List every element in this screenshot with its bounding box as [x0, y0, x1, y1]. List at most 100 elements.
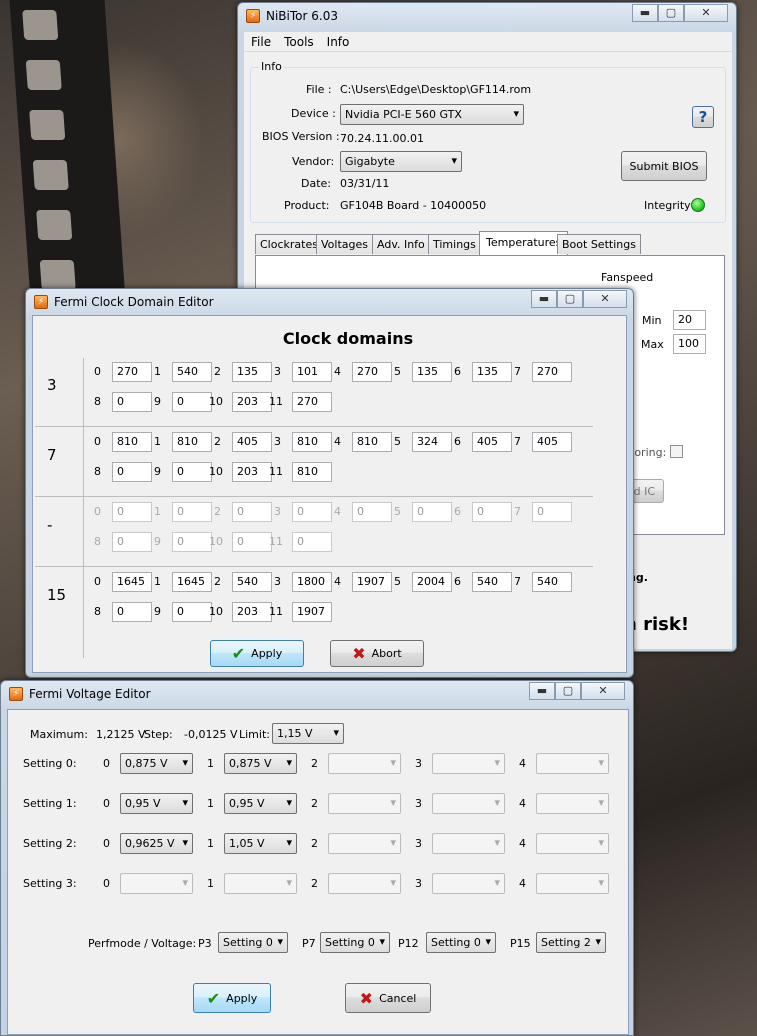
voltage-maximize-button[interactable]: ▢ [555, 682, 581, 700]
voltage-cancel-button[interactable]: ✖ Cancel [345, 983, 431, 1013]
limit-select[interactable]: 1,15 V [272, 723, 344, 744]
clock-value-input[interactable]: 405 [472, 432, 512, 452]
clock-value-input[interactable]: 810 [292, 432, 332, 452]
clock-index-label: 3 [274, 575, 281, 588]
clock-value-input[interactable]: 1907 [352, 572, 392, 592]
clock-value-input[interactable]: 270 [292, 392, 332, 412]
clock-index-label: 8 [94, 535, 101, 548]
clock-index-label: 5 [394, 365, 401, 378]
clock-close-button[interactable]: ✕ [583, 290, 627, 308]
device-select[interactable]: Nvidia PCI-E 560 GTX [340, 104, 524, 125]
clock-value-input[interactable]: 203 [232, 462, 272, 482]
clock-value-input[interactable]: 0 [112, 392, 152, 412]
clock-value-input[interactable]: 2004 [412, 572, 452, 592]
clock-value-input[interactable]: 1800 [292, 572, 332, 592]
clock-value-input[interactable]: 810 [172, 432, 212, 452]
submit-bios-button[interactable]: Submit BIOS [621, 151, 707, 181]
voltage-index-label: 1 [207, 837, 214, 850]
voltage-select [536, 833, 609, 854]
clock-value-input[interactable]: 0 [172, 602, 212, 622]
voltage-close-button[interactable]: ✕ [581, 682, 625, 700]
clock-value-input[interactable]: 0 [112, 462, 152, 482]
voltage-setting-label: Setting 1: [23, 797, 77, 810]
voltage-select[interactable]: 0,95 V [120, 793, 193, 814]
clock-value-input[interactable]: 1645 [172, 572, 212, 592]
clock-value-input[interactable]: 540 [532, 572, 572, 592]
clock-value-input[interactable]: 1645 [112, 572, 152, 592]
perfmode-state-label: P3 [198, 937, 212, 950]
voltage-select[interactable]: 0,9625 V [120, 833, 193, 854]
voltage-minimize-button[interactable]: ▬ [529, 682, 555, 700]
minimize-button[interactable]: ▬ [632, 4, 658, 22]
clock-value-input[interactable]: 203 [232, 602, 272, 622]
clock-value-input[interactable]: 270 [112, 362, 152, 382]
clock-value-input[interactable]: 203 [232, 392, 272, 412]
clock-value-input[interactable]: 135 [412, 362, 452, 382]
close-button[interactable]: ✕ [684, 4, 728, 22]
clock-value-input: 0 [472, 502, 512, 522]
menu-info[interactable]: Info [327, 35, 350, 49]
clock-index-label: 3 [274, 365, 281, 378]
clock-value-input[interactable]: 540 [172, 362, 212, 382]
voltage-select[interactable]: 0,95 V [224, 793, 297, 814]
voltage-select[interactable]: 0,875 V [120, 753, 193, 774]
fan-max-input[interactable]: 100 [673, 334, 706, 354]
clock-value-input[interactable]: 540 [472, 572, 512, 592]
file-label: File : [306, 83, 332, 96]
clock-value-input[interactable]: 1907 [292, 602, 332, 622]
clock-value-input[interactable]: 0 [172, 392, 212, 412]
clock-value-input[interactable]: 405 [532, 432, 572, 452]
clock-index-label: 1 [154, 365, 161, 378]
clock-value-input[interactable]: 810 [112, 432, 152, 452]
fan-min-input[interactable]: 20 [673, 310, 706, 330]
clock-minimize-button[interactable]: ▬ [531, 290, 557, 308]
monitoring-checkbox[interactable] [670, 445, 683, 458]
clock-value-input[interactable]: 135 [472, 362, 512, 382]
clock-value-input[interactable]: 324 [412, 432, 452, 452]
clock-value-input: 0 [112, 532, 152, 552]
maximize-button[interactable]: ▢ [658, 4, 684, 22]
tab-clockrates[interactable]: Clockrates [255, 234, 323, 254]
tab-adv-info[interactable]: Adv. Info [372, 234, 430, 254]
clock-value-input[interactable]: 0 [112, 602, 152, 622]
tab-timings[interactable]: Timings [428, 234, 481, 254]
voltage-apply-button[interactable]: ✔ Apply [193, 983, 271, 1013]
clock-domains-heading: Clock domains [282, 329, 414, 348]
clock-value-input[interactable]: 540 [232, 572, 272, 592]
voltage-select [432, 833, 505, 854]
perfmode-voltage-select[interactable]: Setting 2 [536, 932, 606, 953]
clock-value-input[interactable]: 270 [352, 362, 392, 382]
clock-index-label: 11 [269, 465, 283, 478]
tab-temperatures[interactable]: Temperatures [479, 231, 569, 255]
clock-value-input[interactable]: 0 [172, 462, 212, 482]
clock-maximize-button[interactable]: ▢ [557, 290, 583, 308]
perfmode-voltage-select[interactable]: Setting 0 [320, 932, 390, 953]
clock-apply-button[interactable]: ✔ Apply [210, 640, 304, 667]
clock-value-input[interactable]: 405 [232, 432, 272, 452]
clock-row-label: - [47, 516, 53, 534]
clock-value-input[interactable]: 101 [292, 362, 332, 382]
menu-tools[interactable]: Tools [284, 35, 314, 49]
voltage-select[interactable]: 1,05 V [224, 833, 297, 854]
voltage-index-label: 3 [415, 837, 422, 850]
clock-value-input: 0 [532, 502, 572, 522]
clock-value-input[interactable]: 810 [352, 432, 392, 452]
clock-index-label: 10 [209, 465, 223, 478]
bios-version-value: 70.24.11.00.01 [340, 132, 424, 145]
voltage-select[interactable]: 0,875 V [224, 753, 297, 774]
tab-boot-settings[interactable]: Boot Settings [557, 234, 641, 254]
clock-value-input[interactable]: 270 [532, 362, 572, 382]
clock-editor-titlebar: ⚡ Fermi Clock Domain Editor ▬ ▢ ✕ [26, 289, 633, 315]
background-film-strip [9, 0, 126, 300]
vendor-select[interactable]: Gigabyte [340, 151, 462, 172]
clock-value-input[interactable]: 810 [292, 462, 332, 482]
menu-file[interactable]: File [251, 35, 271, 49]
clock-abort-button[interactable]: ✖ Abort [330, 640, 424, 667]
perfmode-voltage-select[interactable]: Setting 0 [426, 932, 496, 953]
clock-value-input[interactable]: 135 [232, 362, 272, 382]
limit-label: Limit: [239, 728, 270, 741]
tab-voltages[interactable]: Voltages [316, 234, 373, 254]
perfmode-voltage-select[interactable]: Setting 0 [218, 932, 288, 953]
clock-index-label: 1 [154, 575, 161, 588]
help-button[interactable]: ? [692, 106, 714, 128]
